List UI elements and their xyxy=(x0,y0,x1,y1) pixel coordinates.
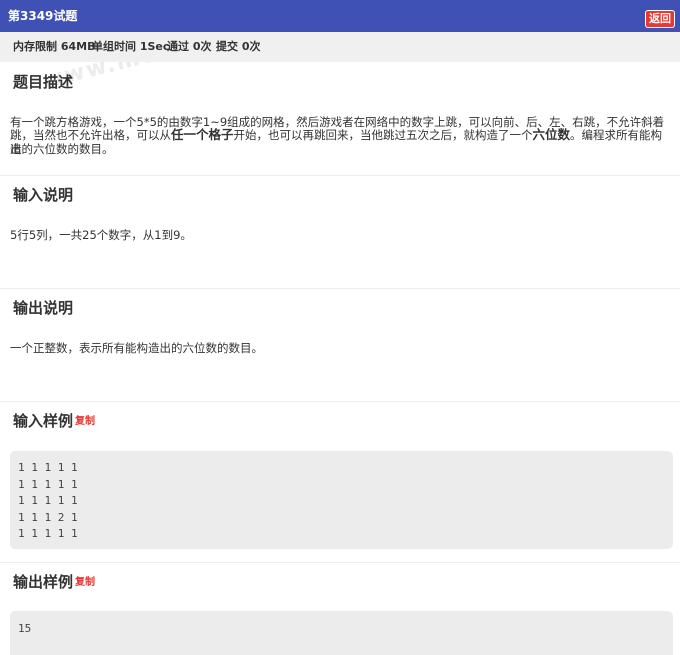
back-button[interactable]: 返回 xyxy=(645,10,675,28)
divider xyxy=(0,175,680,176)
description-line-3: 出的六位数的数目。 xyxy=(10,142,114,156)
divider xyxy=(0,288,680,289)
description-bold-six-digit: 六位数 xyxy=(532,127,571,142)
copy-sample-output-button[interactable]: 复制 xyxy=(75,577,95,589)
stats-bar: 内存限制 64MB 单组时间 1Sec 通过 0次 提交 0次 xyxy=(0,32,680,62)
sample-output-heading: 输出样例 xyxy=(13,573,74,591)
sample-input-line: 1 1 1 1 1 xyxy=(18,478,78,491)
sample-output-line: 15 xyxy=(18,622,32,635)
sample-input-line: 1 1 1 1 1 xyxy=(18,461,78,474)
submitted-count: 提交 0次 xyxy=(216,40,261,53)
description-heading: 题目描述 xyxy=(13,73,74,91)
input-desc-heading: 输入说明 xyxy=(13,186,74,204)
problem-page: www.mokit.top 第3349试题 返回 内存限制 64MB 单组时间 … xyxy=(0,0,680,655)
divider xyxy=(0,401,680,402)
time-limit: 单组时间 1Sec xyxy=(92,40,170,53)
description-line-1: 有一个跳方格游戏，一个5*5的由数字1~9组成的网格，然后游戏者在网络中的数字上… xyxy=(10,115,665,129)
divider xyxy=(0,562,680,563)
description-bold-any-cell: 任一个格子 xyxy=(171,127,234,142)
output-desc-heading: 输出说明 xyxy=(13,299,74,317)
sample-input-heading: 输入样例 xyxy=(13,412,74,430)
page-title: 第3349试题 xyxy=(8,9,78,23)
sample-input-line: 1 1 1 2 1 xyxy=(18,511,78,524)
top-bar: 第3349试题 返回 xyxy=(0,0,680,32)
sample-input-line: 1 1 1 1 1 xyxy=(18,527,78,540)
description-text-b: 开始，也可以再跳回来，当他跳过五次之后，就构造了一个 xyxy=(233,128,533,142)
input-desc-text: 5行5列，一共25个数字，从1到9。 xyxy=(10,228,192,242)
memory-limit: 内存限制 64MB xyxy=(13,40,96,53)
sample-output-box[interactable]: 15 xyxy=(10,611,673,655)
sample-input-box[interactable]: 1 1 1 1 1 1 1 1 1 1 1 1 1 1 1 1 1 1 2 1 … xyxy=(10,451,673,549)
passed-count: 通过 0次 xyxy=(167,40,212,53)
sample-input-line: 1 1 1 1 1 xyxy=(18,494,78,507)
output-desc-text: 一个正整数，表示所有能构造出的六位数的数目。 xyxy=(10,341,263,355)
copy-sample-input-button[interactable]: 复制 xyxy=(75,416,95,428)
description-text-a: 跳，当然也不允许出格，可以从 xyxy=(10,128,171,142)
